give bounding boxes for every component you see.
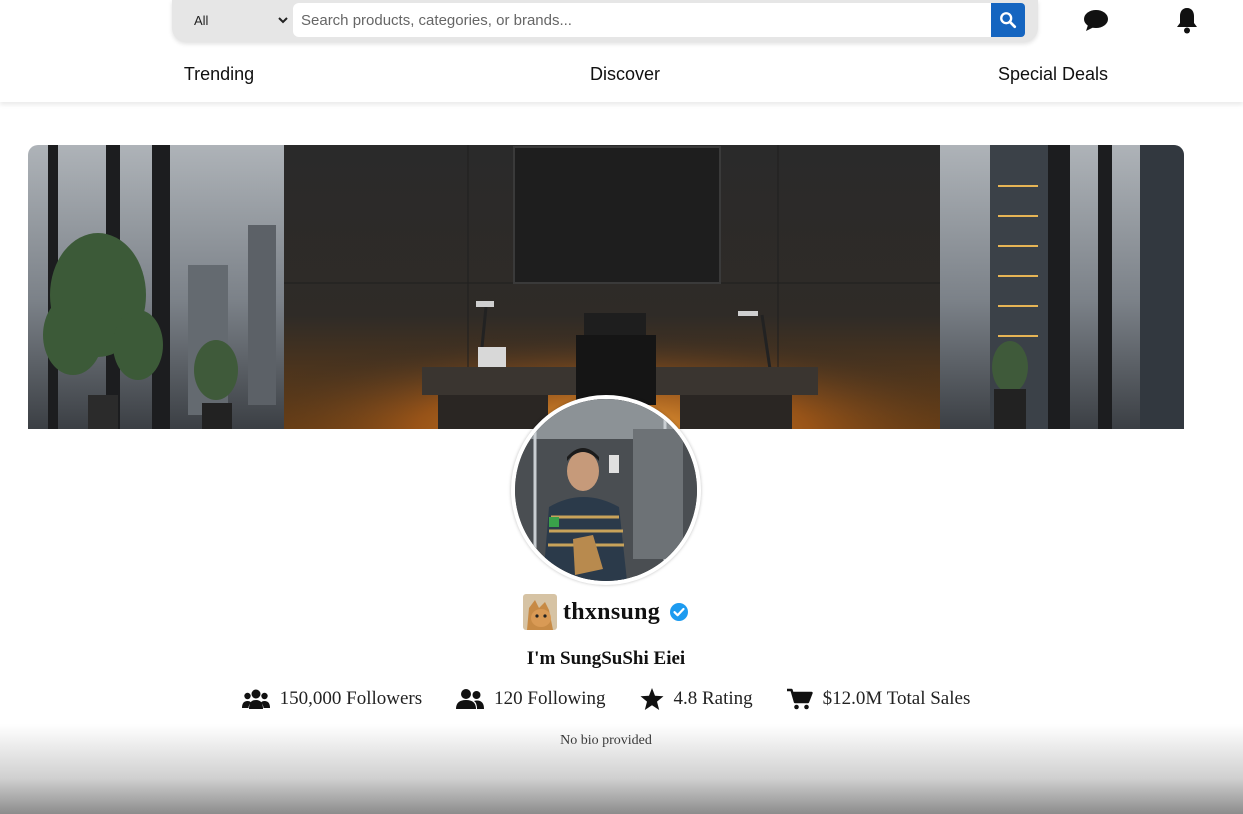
profile-name-row: thxnsung xyxy=(0,592,1212,632)
search-bar: All xyxy=(172,0,1038,42)
star-icon xyxy=(640,688,663,710)
profile-tagline: I'm SungSuShi Eiei xyxy=(526,648,686,669)
top-navigation-bar: All Trending Discover Special Deals xyxy=(0,0,1243,102)
following-stat[interactable]: 120 Following xyxy=(456,688,606,710)
search-button[interactable] xyxy=(991,3,1025,37)
search-icon xyxy=(1000,12,1017,29)
category-select-value: All xyxy=(194,12,209,28)
following-count: 120 Following xyxy=(494,688,606,709)
chevron-down-icon xyxy=(278,17,288,24)
profile-cover-image xyxy=(28,145,1184,429)
profile-username: thxnsung xyxy=(562,598,661,625)
followers-stat[interactable]: 150,000 Followers xyxy=(241,688,423,710)
chat-bubble-icon[interactable] xyxy=(1083,8,1109,32)
cat-emoji-icon xyxy=(522,594,557,630)
rating-value: 4.8 Rating xyxy=(673,688,753,709)
users-group-icon xyxy=(241,689,270,709)
shopping-cart-icon xyxy=(786,688,813,710)
verified-badge-icon xyxy=(670,603,689,621)
profile-avatar[interactable] xyxy=(511,395,701,585)
profile-bio: No bio provided xyxy=(560,733,652,748)
bell-icon[interactable] xyxy=(1175,6,1199,34)
search-input[interactable] xyxy=(293,3,991,37)
profile-stats: 150,000 Followers 120 Following 4.8 Rati… xyxy=(0,684,1212,714)
total-sales-stat: $12.0M Total Sales xyxy=(786,688,971,710)
nav-special-deals-link[interactable]: Special Deals xyxy=(998,64,1108,85)
followers-count: 150,000 Followers xyxy=(279,688,423,709)
nav-trending-link[interactable]: Trending xyxy=(184,64,254,85)
total-sales-value: $12.0M Total Sales xyxy=(822,688,971,709)
nav-discover-link[interactable]: Discover xyxy=(590,64,660,85)
user-friends-icon xyxy=(456,689,485,709)
category-select[interactable]: All xyxy=(182,6,292,34)
rating-stat: 4.8 Rating xyxy=(640,688,753,710)
